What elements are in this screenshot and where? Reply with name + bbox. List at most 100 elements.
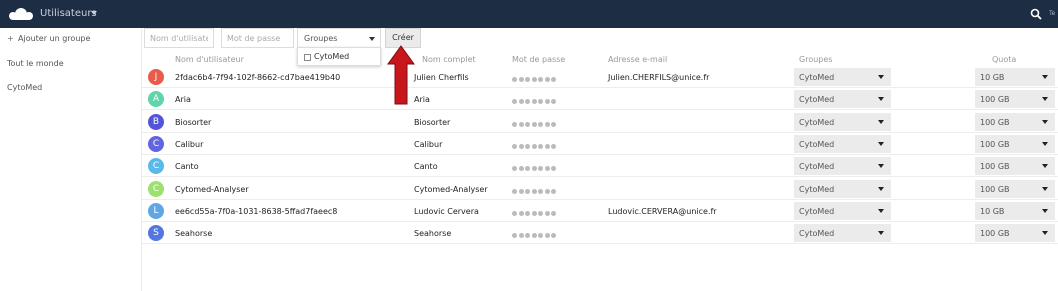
username-cell: Seahorse [175,229,213,239]
password-mask[interactable] [512,97,558,106]
avatar: A [148,91,164,108]
quota-select-value: 10 GB [980,206,1005,216]
chevron-down-icon [878,119,884,124]
header-email: Adresse e-mail [608,55,668,64]
chevron-down-icon [1042,164,1048,169]
table-row[interactable]: S Seahorse Seahorse CytoMed 100 GB [142,222,1058,245]
groups-select-value: CytoMed [799,139,835,149]
quota-select[interactable]: 10 GB [975,201,1055,220]
chevron-down-icon [878,97,884,102]
quota-select-value: 100 GB [980,184,1010,194]
app-menu-title[interactable]: Utilisateurs [40,8,97,19]
header-groups: Groupes [799,55,833,64]
header-fullname: Nom complet [422,55,476,64]
avatar: L [148,202,164,219]
password-mask[interactable] [512,142,558,151]
email-cell: Julien.CHERFILS@unice.fr [608,73,710,82]
chevron-down-icon [878,141,884,146]
quota-select-value: 100 GB [980,95,1010,105]
chevron-down-icon [1042,141,1048,146]
groups-select-value: CytoMed [799,162,835,172]
add-group-label: Ajouter un groupe [18,34,91,43]
add-group-button[interactable]: + Ajouter un groupe [7,34,90,43]
fullname-cell: Calibur [414,139,443,149]
chevron-down-icon [1042,208,1048,213]
sidebar: + Ajouter un groupe Tout le monde CytoMed [0,28,142,291]
groups-select[interactable]: CytoMed [794,157,891,176]
quota-select[interactable]: 100 GB [975,90,1055,109]
username-cell: Aria [175,95,191,105]
email-cell: Ludovic.CERVERA@unice.fr [608,206,717,216]
cloud-logo-icon[interactable] [8,6,34,22]
groups-dropdown-menu: CytoMed [297,47,381,66]
quota-select-value: 100 GB [980,139,1010,149]
avatar: S [148,225,164,242]
password-mask[interactable] [512,187,558,196]
quota-select[interactable]: 100 GB [975,134,1055,153]
password-mask[interactable] [512,120,558,129]
password-mask[interactable] [512,75,558,84]
username-cell: ee6cd55a-7f0a-1031-8638-5ffad7faeec8 [175,206,338,216]
table-row[interactable]: Lee6cd55a-7f0a-1031-8638-5ffad7faeec8 Lud… [142,200,1058,222]
chevron-down-icon [1042,97,1048,102]
table-row[interactable]: A Aria Aria CytoMed 100 GB [142,88,1058,111]
sidebar-item-cytomed[interactable]: CytoMed [7,83,42,92]
chevron-down-icon [369,37,375,41]
password-mask[interactable] [512,164,558,173]
red-arrow-annotation [387,45,415,105]
groups-select[interactable]: CytoMed [794,68,891,86]
quota-select[interactable]: 100 GB [975,224,1055,243]
chevron-down-icon [878,208,884,213]
new-user-groups-select[interactable]: Groupes [297,28,381,48]
username-cell: Cytomed-Analyser [175,184,249,194]
username-cell: Biosorter [175,117,212,127]
groups-select[interactable]: CytoMed [794,224,891,243]
fullname-cell: Biosorter [414,117,451,127]
sidebar-item-everyone[interactable]: Tout le monde [7,59,64,68]
search-icon[interactable] [1030,8,1042,20]
groups-select-value: CytoMed [799,117,835,127]
groups-select[interactable]: CytoMed [794,134,891,153]
group-checkbox[interactable] [304,54,311,61]
groups-select-value: CytoMed [799,73,835,82]
groups-select[interactable]: CytoMed [794,179,891,198]
quota-select[interactable]: 100 GB [975,157,1055,176]
quota-select[interactable]: 100 GB [975,112,1055,131]
chevron-down-icon [1042,186,1048,191]
table-row[interactable]: J 2fdac6b4-7f94-102f-8662-cd7bae419b40 Jul… [142,66,1058,88]
user-menu[interactable]: Te [1049,10,1055,17]
quota-select-value: 100 GB [980,162,1010,172]
quota-select[interactable]: 100 GB [975,179,1055,198]
chevron-down-icon [878,186,884,191]
username-cell: 2fdac6b4-7f94-102f-8662-cd7bae419b40 [175,73,341,82]
top-bar: Utilisateurs Te [0,0,1058,28]
quota-select[interactable]: 10 GB [975,68,1055,86]
table-row[interactable]: C Canto Canto CytoMed 100 GB [142,155,1058,178]
new-password-input[interactable] [221,28,294,48]
fullname-cell: Aria [414,95,430,105]
table-row[interactable]: C Calibur Calibur CytoMed 100 GB [142,133,1058,155]
quota-select-value: 100 GB [980,117,1010,127]
fullname-cell: Seahorse [414,229,452,239]
chevron-down-icon [1042,75,1048,79]
password-mask[interactable] [512,209,558,218]
quota-select-value: 100 GB [980,229,1010,239]
groups-select-value: CytoMed [799,206,835,216]
avatar: C [148,180,164,197]
groups-select[interactable]: CytoMed [794,201,891,220]
plus-icon: + [7,34,14,43]
groups-select-label: Groupes [304,34,338,43]
groups-select[interactable]: CytoMed [794,112,891,131]
group-option-cytomed[interactable]: CytoMed [314,52,349,61]
header-password: Mot de passe [512,55,566,64]
chevron-down-icon [878,75,884,79]
app-menu-caret-icon[interactable] [91,11,97,15]
password-mask[interactable] [512,231,558,240]
header-quota: Quota [992,55,1017,64]
header-username: Nom d'utilisateur [175,55,244,64]
new-username-input[interactable] [144,28,214,48]
table-row[interactable]: C Cytomed-Analyser Cytomed-Analyser CytoMed… [142,178,1058,200]
table-row[interactable]: B Biosorter Biosorter CytoMed 100 GB [142,111,1058,133]
groups-select-value: CytoMed [799,95,835,105]
groups-select[interactable]: CytoMed [794,90,891,109]
